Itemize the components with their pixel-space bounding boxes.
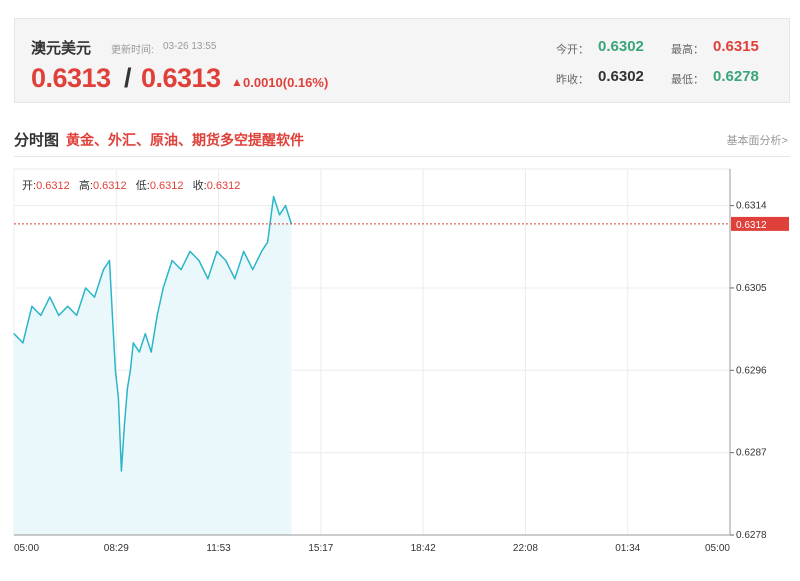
price-area-fill: [14, 196, 292, 535]
price-point: [126, 388, 128, 390]
ohlc-high: 0.6312: [92, 180, 127, 192]
y-tick-label: 0.6305: [736, 283, 767, 294]
price-point: [243, 250, 245, 252]
ohlc-close: 0.6312: [206, 180, 241, 192]
price-point: [252, 269, 254, 271]
intraday-chart: 0.6312 0.6314 0.6305 0.6296 0.6287 0.6278 05:…: [13, 168, 789, 554]
price-point: [180, 269, 182, 271]
price-point: [117, 397, 120, 399]
price-point: [13, 333, 15, 335]
price-point: [261, 250, 263, 252]
price-point: [198, 259, 200, 262]
price-point: [58, 314, 60, 316]
x-tick-label: 05:00: [705, 543, 730, 554]
y-tick-label: 0.6314: [736, 201, 767, 212]
x-tick-label: 01:34: [615, 543, 640, 554]
price-point: [266, 241, 269, 243]
ohlc-low-label: 低:: [135, 180, 150, 192]
price-point: [108, 259, 111, 262]
ohlc-open: 0.6312: [36, 180, 70, 192]
y-tick-label: 0.6278: [736, 530, 767, 541]
price-point: [207, 278, 209, 280]
price-point: [162, 287, 164, 289]
x-tick-label: 22:08: [513, 543, 538, 554]
price-point: [114, 369, 117, 371]
price-point: [85, 287, 87, 289]
x-tick-label: 15:17: [308, 543, 333, 554]
price-point: [40, 314, 42, 316]
price-point: [49, 296, 51, 298]
price-point: [150, 351, 152, 353]
price-point: [144, 333, 146, 335]
price-point: [67, 305, 69, 307]
price-point: [102, 269, 105, 271]
y-tick-label: 0.6296: [736, 365, 767, 376]
ohlc-open-label: 开:: [22, 180, 37, 192]
price-point: [132, 342, 134, 344]
price-point: [225, 259, 227, 262]
price-point: [189, 250, 191, 252]
price-point: [93, 296, 96, 298]
x-tick-label: 18:42: [411, 543, 436, 554]
price-point: [216, 250, 218, 252]
reference-line: 0.6312: [14, 216, 789, 231]
price-point: [31, 305, 33, 307]
ohlc-close-label: 收:: [192, 180, 207, 192]
price-point: [129, 369, 131, 371]
price-area: [13, 195, 293, 535]
price-point: [156, 314, 158, 316]
price-point: [123, 424, 125, 426]
price-point: [278, 214, 281, 216]
ohlc-readout: 开:0.6312 高:0.6312 低:0.6312 收:0.6312: [22, 177, 240, 193]
y-tick-label: 0.6287: [736, 448, 767, 459]
ohlc-low: 0.6312: [149, 180, 184, 192]
price-point: [22, 342, 24, 344]
ohlc-high-label: 高:: [78, 180, 93, 192]
last-price-label: 0.6312: [736, 220, 767, 231]
price-point: [171, 259, 173, 262]
price-point: [284, 205, 287, 207]
price-point: [76, 314, 78, 316]
price-point: [120, 470, 122, 472]
x-tick-label: 11:53: [206, 543, 231, 554]
price-point: [272, 195, 275, 198]
x-tick-label: 08:29: [104, 543, 129, 554]
x-tick-label: 05:00: [14, 543, 39, 554]
price-point: [111, 314, 114, 316]
price-point: [138, 351, 140, 353]
price-point: [234, 278, 236, 280]
